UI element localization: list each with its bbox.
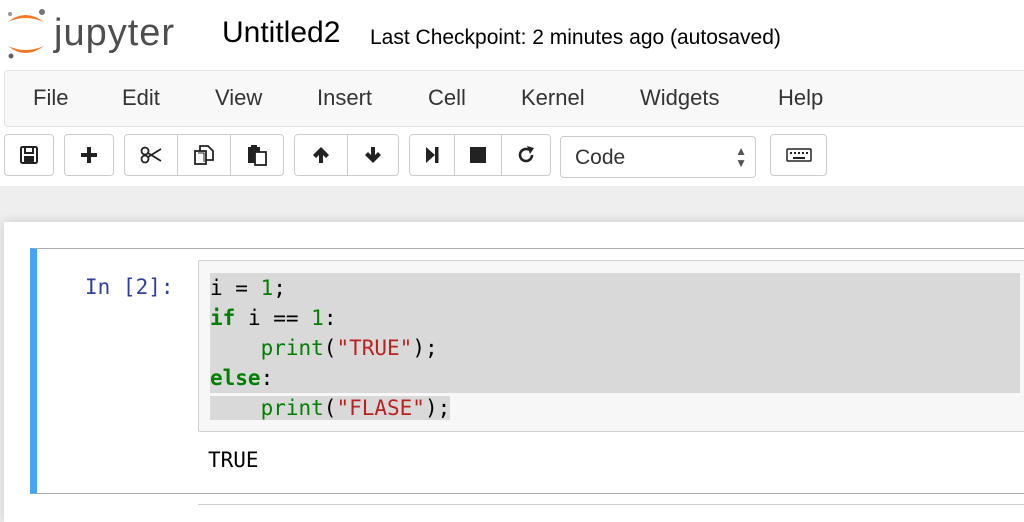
copy-button[interactable] bbox=[177, 134, 231, 176]
stop-icon bbox=[470, 147, 486, 163]
notebook-title[interactable]: Untitled2 bbox=[222, 16, 340, 50]
jupyter-logo[interactable]: jupyter bbox=[2, 6, 192, 62]
checkpoint-status: Last Checkpoint: 2 minutes ago (autosave… bbox=[370, 26, 781, 49]
logo-text: jupyter bbox=[54, 12, 176, 54]
step-forward-icon bbox=[426, 147, 439, 163]
menu-help[interactable]: Help bbox=[778, 85, 823, 111]
menu-edit[interactable]: Edit bbox=[122, 85, 160, 111]
menu-file[interactable]: File bbox=[33, 85, 68, 111]
arrow-up-icon bbox=[313, 147, 329, 163]
keyboard-icon bbox=[785, 148, 812, 162]
menu-widgets[interactable]: Widgets bbox=[640, 85, 719, 111]
paste-button[interactable] bbox=[230, 134, 284, 176]
code-line-2[interactable]: if i == 1: bbox=[210, 303, 1020, 333]
menu-view[interactable]: View bbox=[215, 85, 262, 111]
refresh-icon bbox=[518, 146, 534, 163]
scissors-icon bbox=[140, 146, 162, 164]
paste-icon bbox=[248, 145, 267, 166]
arrow-down-icon bbox=[365, 147, 381, 163]
plus-icon bbox=[81, 147, 97, 163]
menu-cell[interactable]: Cell bbox=[428, 85, 466, 111]
select-arrows-icon: ▲ ▼ bbox=[735, 144, 747, 170]
restart-button[interactable] bbox=[501, 134, 551, 176]
code-line-4[interactable]: else: bbox=[210, 363, 1020, 393]
insert-cell-button[interactable] bbox=[64, 134, 114, 176]
move-up-button[interactable] bbox=[294, 134, 348, 176]
notebook-header: jupyter Untitled2 Last Checkpoint: 2 min… bbox=[0, 0, 1024, 186]
interrupt-button[interactable] bbox=[454, 134, 502, 176]
code-token: i = bbox=[210, 276, 261, 300]
code-line-3[interactable]: print("TRUE"); bbox=[210, 333, 1020, 363]
cell-type-select[interactable]: Code ▲ ▼ bbox=[560, 136, 756, 178]
input-prompt: In [2]: bbox=[85, 275, 174, 299]
jupyter-logo-icon bbox=[8, 9, 45, 59]
menubar: File Edit View Insert Cell Kernel Widget… bbox=[4, 70, 1024, 127]
menu-insert[interactable]: Insert bbox=[317, 85, 372, 111]
code-line-5[interactable]: print("FLASE"); bbox=[210, 393, 451, 423]
floppy-disk-icon bbox=[20, 146, 38, 164]
cut-button[interactable] bbox=[124, 134, 178, 176]
command-palette-button[interactable] bbox=[770, 134, 827, 176]
cell-output: TRUE bbox=[208, 448, 259, 472]
move-down-button[interactable] bbox=[347, 134, 399, 176]
save-button[interactable] bbox=[4, 134, 54, 176]
copy-icon bbox=[194, 145, 214, 165]
next-cell-edge bbox=[198, 504, 1024, 515]
code-line-1[interactable]: i = 1; bbox=[210, 273, 1020, 303]
menu-kernel[interactable]: Kernel bbox=[521, 85, 585, 111]
cell-type-value: Code bbox=[575, 146, 626, 169]
run-button[interactable] bbox=[409, 134, 455, 176]
toolbar bbox=[0, 134, 1024, 180]
